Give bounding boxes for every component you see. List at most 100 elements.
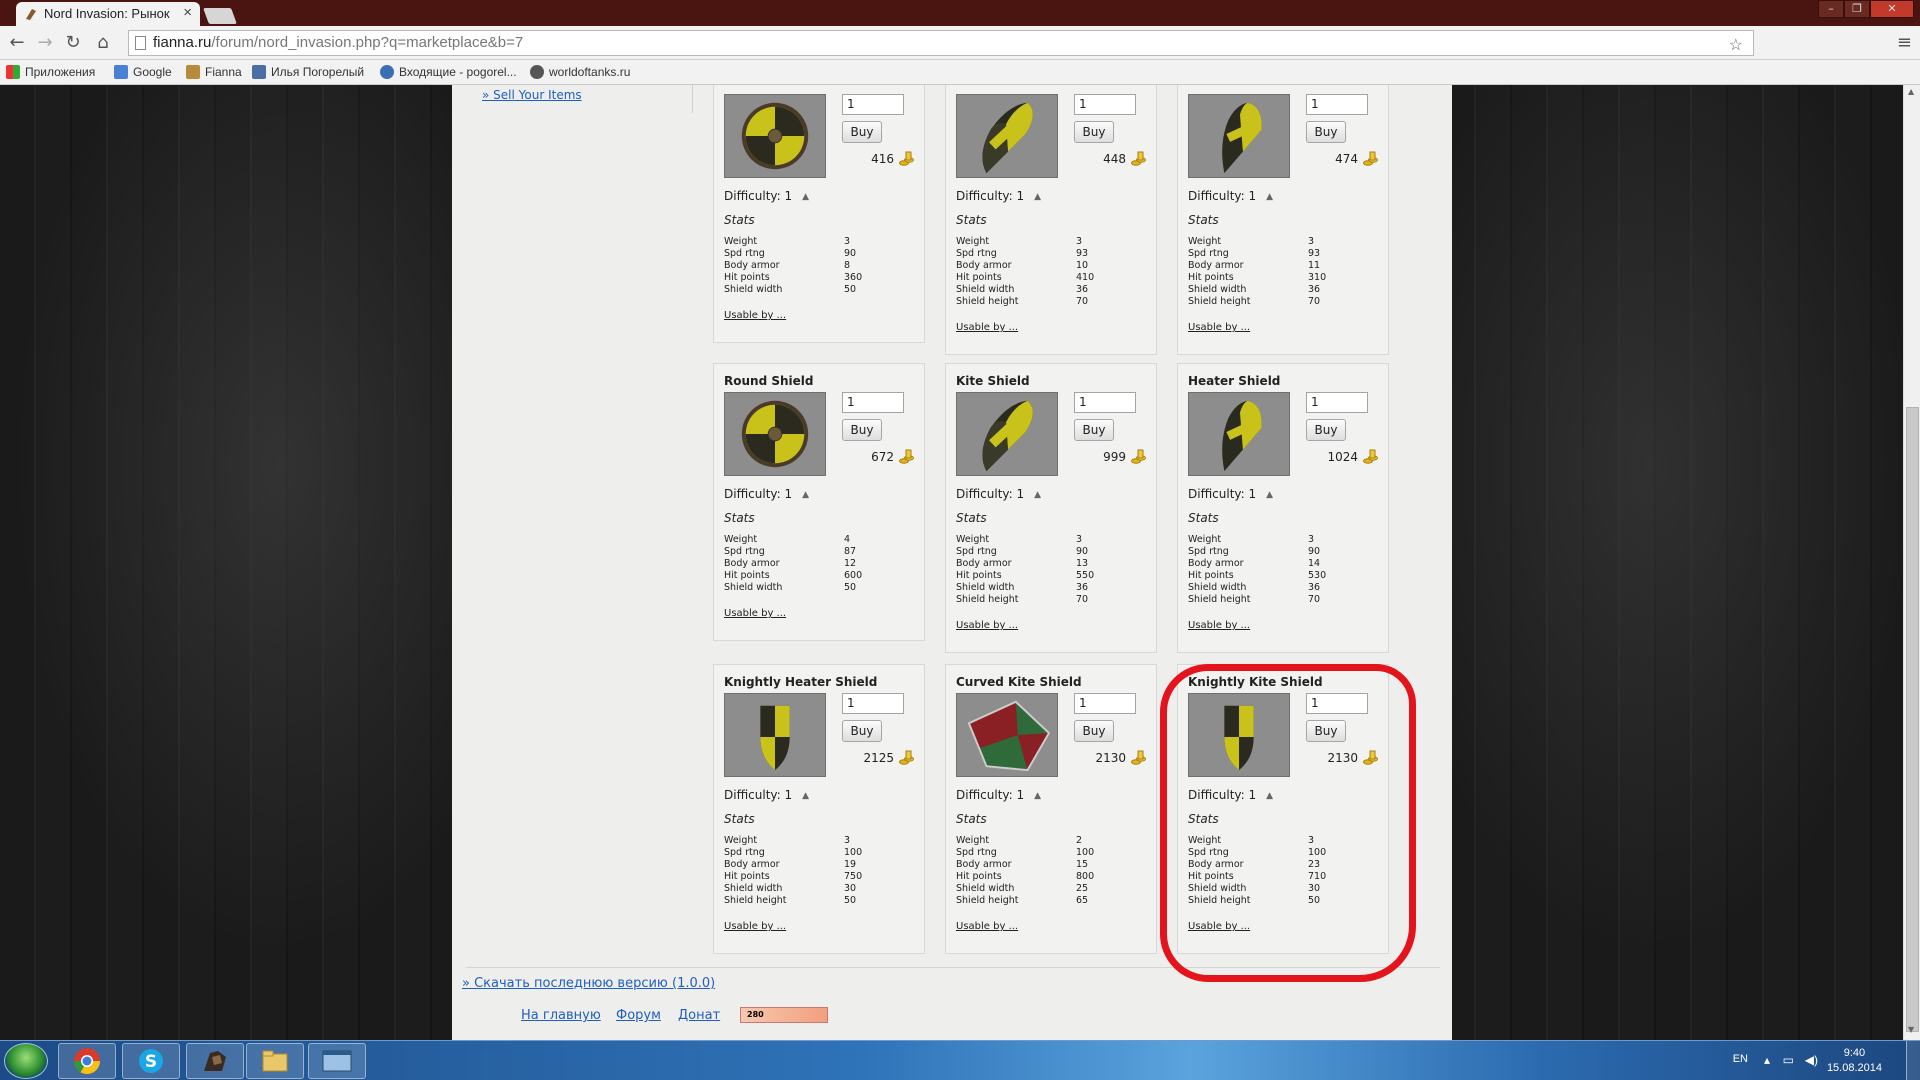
bookmark-worldoftanks[interactable]: worldoftanks.ru	[530, 65, 630, 79]
bookmark-apps[interactable]: Приложения	[6, 65, 95, 79]
show-desktop-button[interactable]	[1906, 1041, 1920, 1080]
item-card: Round Shield 1 Buy 672 Difficulty: 1 ▲ St…	[713, 363, 925, 641]
stat-value: 100	[1076, 847, 1095, 858]
stat-value: 70	[1308, 594, 1321, 605]
warband-icon	[204, 1051, 226, 1071]
sort-up-icon[interactable]: ▲	[1034, 192, 1041, 202]
quantity-input[interactable]: 1	[842, 392, 904, 413]
taskbar-skype[interactable]: S	[122, 1043, 180, 1079]
system-tray: EN ▴ ▭ ◀) 9:40 15.08.2014	[1700, 1041, 1920, 1080]
sort-up-icon[interactable]: ▲	[1034, 791, 1041, 801]
quantity-input[interactable]: 1	[1074, 693, 1136, 714]
bookmark-fianna[interactable]: Fianna	[186, 65, 242, 79]
buy-button[interactable]: Buy	[842, 720, 882, 742]
buy-button[interactable]: Buy	[842, 121, 882, 143]
stat-value: 90	[1308, 546, 1321, 557]
browser-tab[interactable]: Nord Invasion: Рынок ×	[16, 2, 200, 26]
red-highlight-circle	[1160, 664, 1416, 982]
buy-button[interactable]: Buy	[842, 419, 882, 441]
sort-up-icon[interactable]: ▲	[1034, 490, 1041, 500]
taskbar-chrome[interactable]	[58, 1043, 116, 1079]
tab-close-icon[interactable]: ×	[183, 4, 192, 21]
quantity-input[interactable]: 1	[842, 94, 904, 115]
buy-button[interactable]: Buy	[1074, 121, 1114, 143]
quantity-input[interactable]: 1	[1074, 94, 1136, 115]
stat-name: Shield height	[724, 895, 787, 906]
sort-up-icon[interactable]: ▲	[1266, 490, 1273, 500]
gold-coins-icon	[899, 750, 914, 765]
page-scrollbar[interactable]: ▲ ▼	[1903, 85, 1920, 1040]
stat-row: Body armor 19	[724, 859, 862, 871]
start-button-icon[interactable]	[4, 1043, 48, 1079]
buy-button[interactable]: Buy	[1074, 720, 1114, 742]
reload-icon[interactable]: ↻	[62, 32, 84, 54]
usable-by-link[interactable]: Usable by ...	[724, 921, 786, 932]
bookmark-google[interactable]: Google	[114, 65, 172, 79]
home-icon[interactable]: ⌂	[92, 32, 114, 54]
bookmark-star-icon[interactable]: ☆	[1729, 35, 1743, 55]
download-latest-link[interactable]: » Скачать последнюю версию (1.0.0)	[462, 976, 715, 991]
stat-value: 3	[844, 236, 851, 247]
browser-menu-icon[interactable]: ≡	[1897, 32, 1912, 53]
visitor-counter[interactable]: 280	[740, 1007, 828, 1023]
usable-by-link[interactable]: Usable by ...	[724, 608, 786, 619]
quantity-input[interactable]: 1	[842, 693, 904, 714]
usable-by-link[interactable]: Usable by ...	[1188, 322, 1250, 333]
usable-by-link[interactable]: Usable by ...	[1188, 620, 1250, 631]
scroll-up-icon[interactable]: ▲	[1908, 87, 1914, 96]
bookmark-mail[interactable]: Входящие - pogorel...	[380, 65, 517, 79]
tray-expand-icon[interactable]: ▴	[1764, 1053, 1770, 1067]
scrollbar-thumb[interactable]	[1906, 407, 1919, 1032]
usable-by-link[interactable]: Usable by ...	[956, 322, 1018, 333]
sort-up-icon[interactable]: ▲	[802, 192, 809, 202]
language-indicator[interactable]: EN	[1733, 1053, 1748, 1065]
usable-by-link[interactable]: Usable by ...	[956, 620, 1018, 631]
stat-name: Hit points	[724, 871, 770, 882]
maximize-button[interactable]: ❐	[1844, 0, 1870, 18]
taskbar-window[interactable]	[308, 1043, 366, 1079]
forward-arrow-icon[interactable]: →	[34, 32, 56, 54]
stat-value: 360	[844, 272, 863, 283]
volume-icon[interactable]: ◀)	[1805, 1053, 1818, 1067]
item-card: Curved Kite Shield 1 Buy 2130 Difficulty…	[945, 664, 1157, 954]
quantity-input[interactable]: 1	[1306, 94, 1368, 115]
stat-value: 36	[1076, 582, 1089, 593]
footer-donate-link[interactable]: Донат	[678, 1008, 720, 1023]
stats-heading: Stats	[956, 213, 987, 227]
close-window-button[interactable]: ✕	[1870, 0, 1914, 18]
usable-by-link[interactable]: Usable by ...	[956, 921, 1018, 932]
taskbar-explorer[interactable]	[246, 1043, 304, 1079]
stats-table: Weight 3 Spd rtng 93 Body armor 11 Hit points 3…	[1188, 236, 1326, 308]
stat-name: Spd rtng	[1188, 248, 1229, 259]
address-bar[interactable]: fianna.ru/forum/nord_invasion.php?q=mark…	[128, 30, 1754, 56]
bookmark-vk[interactable]: Илья Погорелый	[252, 65, 364, 79]
quantity-input[interactable]: 1	[1074, 392, 1136, 413]
stats-heading: Stats	[724, 511, 755, 525]
buy-button[interactable]: Buy	[1074, 419, 1114, 441]
sort-up-icon[interactable]: ▲	[1266, 192, 1273, 202]
sort-up-icon[interactable]: ▲	[802, 791, 809, 801]
stats-heading: Stats	[956, 511, 987, 525]
clock[interactable]: 9:40 15.08.2014	[1827, 1046, 1882, 1076]
taskbar-game[interactable]	[186, 1043, 244, 1079]
footer-home-link[interactable]: На главную	[521, 1008, 601, 1023]
stat-value: 50	[844, 284, 857, 295]
footer-forum-link[interactable]: Форум	[616, 1008, 661, 1023]
scroll-down-icon[interactable]: ▼	[1908, 1025, 1914, 1034]
network-icon[interactable]: ▭	[1783, 1053, 1794, 1067]
usable-by-link[interactable]: Usable by ...	[724, 310, 786, 321]
sort-up-icon[interactable]: ▲	[802, 490, 809, 500]
item-price: 999	[1103, 450, 1126, 464]
new-tab-button[interactable]	[203, 8, 237, 24]
buy-button[interactable]: Buy	[1306, 121, 1346, 143]
stat-value: 12	[844, 558, 857, 569]
gold-coins-icon	[899, 449, 914, 464]
buy-button[interactable]: Buy	[1306, 419, 1346, 441]
stat-row: Shield height 50	[724, 895, 862, 907]
back-arrow-icon[interactable]: ←	[6, 32, 28, 54]
stat-value: 14	[1308, 558, 1321, 569]
worldoftanks-icon	[530, 65, 544, 79]
quantity-input[interactable]: 1	[1306, 392, 1368, 413]
minimize-button[interactable]: –	[1818, 0, 1844, 18]
page-icon	[135, 36, 146, 50]
